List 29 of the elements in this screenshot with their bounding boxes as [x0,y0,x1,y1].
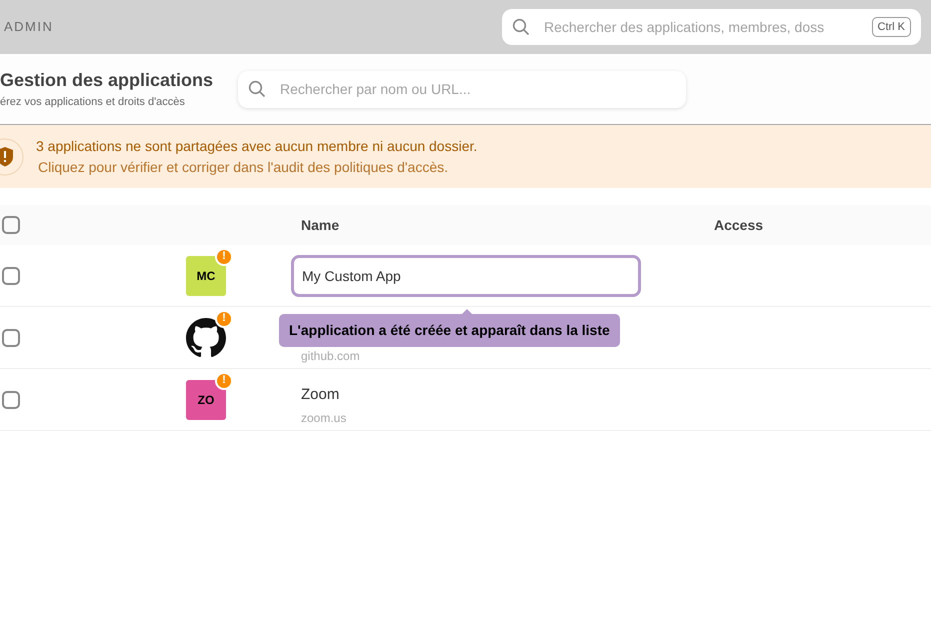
app-url: github.com [301,348,360,364]
app-search-field[interactable]: Rechercher par nom ou URL... [238,70,686,108]
app-url: zoom.us [301,410,346,427]
column-header: Name [301,216,340,234]
app-search-input[interactable]: Rechercher par nom ou URL... [280,78,676,100]
app-name-input[interactable]: My Custom App [291,254,641,296]
column-header: Access [714,216,764,234]
page-title: Gestion des applications [0,69,214,92]
cat-logo-icon [186,318,226,358]
search-icon [512,18,530,36]
page-subtitle: érez vos applications et droits d'accès [0,95,186,110]
select-all-checkbox[interactable] [2,216,20,234]
section-title: ADMIN [4,18,54,36]
row-checkbox[interactable] [2,328,20,346]
keyboard-shortcut: Ctrl K [872,16,911,38]
tooltip: L'application a été créée et apparaît dans la liste [279,314,620,347]
warning-badge: ! [215,310,233,328]
global-search-field[interactable]: Rechercher des applications, membres, doss Ctrl K [502,9,921,45]
warning-badge: ! [215,372,233,390]
row-checkbox[interactable] [2,266,20,284]
row-checkbox[interactable] [2,390,20,408]
banner-text: Cliquez pour vérifier et corriger dans l'audit des politiques d'accès. [38,158,449,177]
search-icon [248,80,266,98]
app-name: Zoom [301,385,340,406]
global-search-input[interactable]: Rechercher des applications, membres, doss [544,16,858,38]
tooltip-pointer [460,309,474,316]
warning-badge: ! [215,248,233,266]
banner-title: 3 applications ne sont partagées avec aucun membre ni aucun dossier. [36,136,478,156]
warning-banner[interactable]: 3 applications ne sont partagées avec aucun membre ni aucun dossier. Cliquez pour vérifier et corriger dans l'audit des politiques d'accès. [0,125,931,188]
